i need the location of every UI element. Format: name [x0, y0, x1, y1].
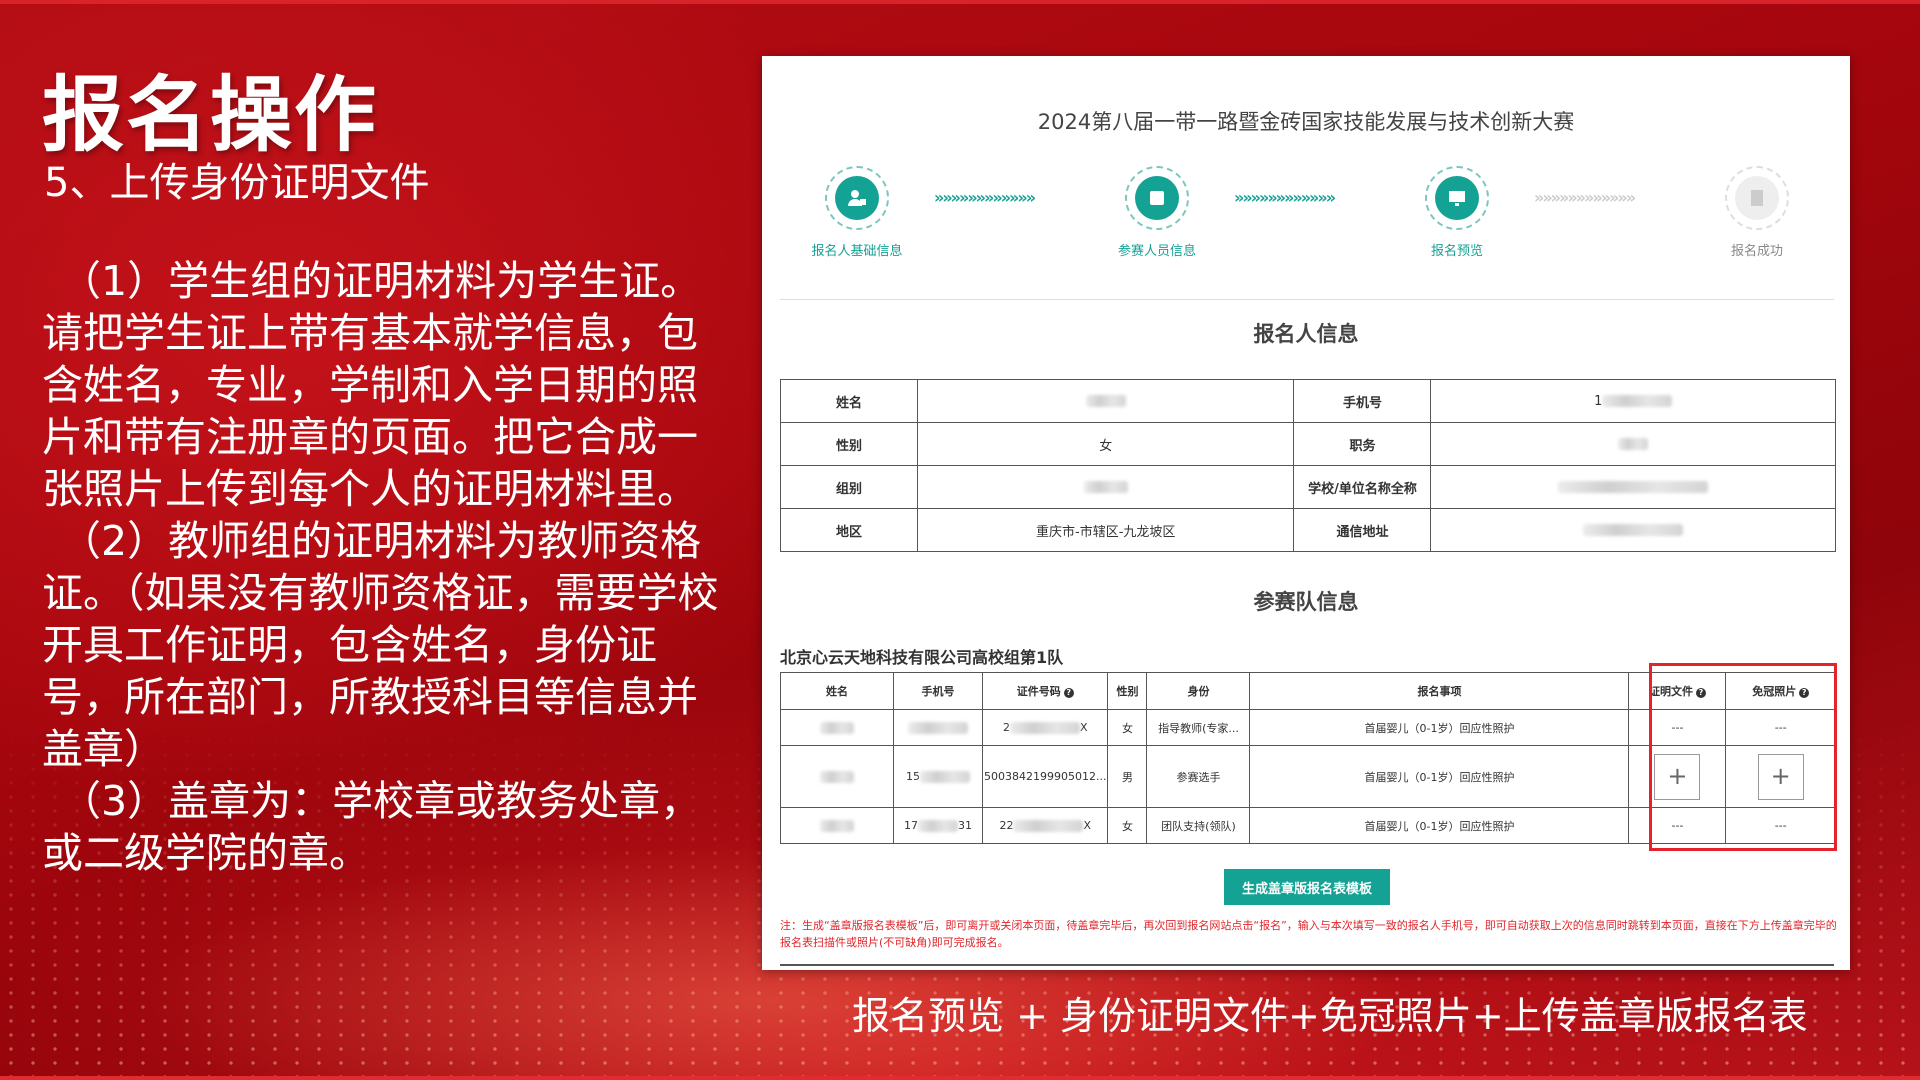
field-value: 重庆市-市辖区-九龙坡区	[916, 508, 1295, 552]
instruction-seal: （3）盖章为：学校章或教务处章，或二级学院的章。	[42, 777, 702, 877]
step-arrows: »»»»»»»»»»»»	[934, 188, 1036, 207]
member-id: 22 X	[981, 807, 1109, 844]
highlight-box	[1649, 663, 1837, 851]
member-role: 参赛选手	[1146, 745, 1251, 808]
table-row: 性别 女 职务	[780, 422, 1836, 466]
member-role: 指导教师(专家...	[1146, 709, 1251, 746]
field-value: 1	[1430, 379, 1836, 423]
divider	[780, 299, 1834, 300]
field-value	[1430, 465, 1836, 509]
member-gender: 女	[1107, 807, 1148, 844]
step-preview: 报名预览	[1402, 166, 1512, 259]
applicant-info-table: 姓名 手机号 1 性别 女 职务 组别 学校/单位名称全称 地区 重庆市-市辖区…	[780, 379, 1836, 552]
top-accent-line	[0, 0, 1920, 4]
step-applicant-info: 报名人基础信息	[802, 166, 912, 259]
step-arrows: »»»»»»»»»»»»	[1534, 188, 1636, 207]
member-role: 团队支持(领队)	[1146, 807, 1251, 844]
member-id: 2X	[981, 709, 1109, 746]
table-row: 地区 重庆市-市辖区-九龙坡区 通信地址	[780, 508, 1836, 552]
member-id: 5003842199905012...	[981, 745, 1109, 808]
instruction-student: （1）学生组的证明材料为学生证。请把学生证上带有基本就学信息，包含姓名，专业，学…	[42, 257, 702, 513]
team-section-heading: 参赛队信息	[1253, 590, 1359, 614]
column-header: 身份	[1146, 672, 1251, 710]
field-value	[916, 465, 1295, 509]
field-label: 职务	[1293, 422, 1432, 466]
field-value: 女	[916, 422, 1295, 466]
member-phone: 15	[893, 745, 983, 808]
slide-subtitle: 5、上传身份证明文件	[44, 160, 430, 206]
field-value	[1430, 508, 1836, 552]
monitor-icon	[1435, 176, 1479, 220]
column-header: 手机号	[893, 672, 983, 710]
step-success: 报名成功	[1702, 166, 1812, 259]
field-label: 学校/单位名称全称	[1293, 465, 1432, 509]
column-header: 证件号码?	[981, 672, 1109, 710]
field-value	[916, 379, 1295, 423]
bottom-accent-line	[0, 1076, 1920, 1080]
step-arrows: »»»»»»»»»»»»	[1234, 188, 1336, 207]
divider	[780, 964, 1834, 966]
member-item: 首届婴儿（0-1岁）回应性照护	[1249, 709, 1630, 746]
step-label: 参赛人员信息	[1117, 244, 1196, 259]
instruction-teacher: （2）教师组的证明材料为教师资格证。（如果没有教师资格证，需要学校开具工作证明，…	[42, 517, 719, 773]
registration-preview-screenshot: 2024第八届一带一路暨金砖国家技能发展与技术创新大赛 报名人基础信息 »»»»…	[762, 56, 1850, 970]
generate-template-button[interactable]: 生成盖章版报名表模板	[1224, 869, 1390, 905]
contest-title: 2024第八届一带一路暨金砖国家技能发展与技术创新大赛	[1037, 110, 1575, 134]
instructions-text: （1）学生组的证明材料为学生证。请把学生证上带有基本就学信息，包含姓名，专业，学…	[42, 255, 722, 879]
member-item: 首届婴儿（0-1岁）回应性照护	[1249, 745, 1630, 808]
screenshot-caption: 报名预览 + 身份证明文件+免冠照片+上传盖章版报名表	[852, 994, 1808, 1038]
field-label: 手机号	[1293, 379, 1432, 423]
member-phone	[893, 709, 983, 746]
applicant-section-heading: 报名人信息	[1253, 322, 1359, 346]
team-name: 北京心云天地科技有限公司高校组第1队	[780, 648, 1064, 667]
field-label: 通信地址	[1293, 508, 1432, 552]
field-label: 姓名	[780, 379, 918, 423]
member-gender: 男	[1107, 745, 1148, 808]
document-icon	[1735, 176, 1779, 220]
member-phone: 17 31	[893, 807, 983, 844]
table-row: 组别 学校/单位名称全称	[780, 465, 1836, 509]
field-value	[1430, 422, 1836, 466]
member-name	[780, 709, 894, 746]
step-label: 报名人基础信息	[811, 244, 903, 259]
table-row: 姓名 手机号 1	[780, 379, 1836, 423]
step-participant-info: 参赛人员信息	[1102, 166, 1212, 259]
column-header: 报名事项	[1249, 672, 1630, 710]
progress-steps: 报名人基础信息 »»»»»»»»»»»» 参赛人员信息 »»»»»»»»»»»»…	[802, 166, 1812, 266]
field-label: 性别	[780, 422, 918, 466]
member-item: 首届婴儿（0-1岁）回应性照护	[1249, 807, 1630, 844]
help-icon[interactable]: ?	[1063, 688, 1074, 698]
field-label: 地区	[780, 508, 918, 552]
square-icon	[1135, 176, 1179, 220]
person-icon	[835, 176, 879, 220]
column-header: 姓名	[780, 672, 894, 710]
step-label: 报名成功	[1730, 244, 1783, 259]
step-label: 报名预览	[1430, 244, 1483, 259]
member-gender: 女	[1107, 709, 1148, 746]
member-name	[780, 807, 894, 844]
member-name	[780, 745, 894, 808]
column-header: 性别	[1107, 672, 1148, 710]
field-label: 组别	[780, 465, 918, 509]
instruction-note: 注：生成“盖章版报名表模板”后，即可离开或关闭本页面，待盖章完毕后，再次回到报名…	[780, 919, 1837, 949]
